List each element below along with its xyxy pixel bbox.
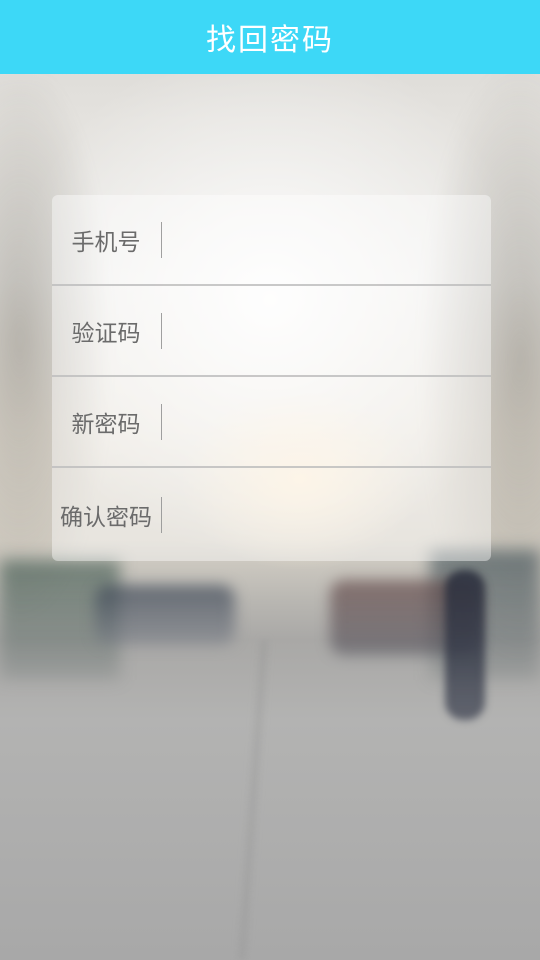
app-header: 找回密码 [0, 0, 540, 74]
phone-row: 手机号 [52, 195, 491, 286]
background-person [445, 570, 485, 720]
new-password-input[interactable] [170, 390, 481, 453]
confirm-password-row: 确认密码 [52, 468, 491, 561]
new-password-row: 新密码 [52, 377, 491, 468]
new-password-divider [161, 403, 162, 440]
page-title: 找回密码 [206, 23, 334, 58]
confirm-password-input[interactable] [170, 483, 481, 546]
verification-code-input[interactable] [170, 299, 481, 362]
verification-code-row: 验证码 [52, 286, 491, 377]
verification-code-label: 验证码 [71, 320, 141, 347]
confirm-password-divider [161, 496, 162, 533]
confirm-password-label: 确认密码 [60, 504, 152, 531]
phone-input[interactable] [170, 208, 481, 271]
background-cars-left [95, 585, 235, 645]
new-password-label: 新密码 [71, 411, 141, 438]
phone-divider [161, 221, 162, 258]
reset-password-form: 手机号 验证码 新密码 确认密码 [52, 195, 491, 561]
phone-label: 手机号 [71, 229, 141, 256]
verification-code-divider [161, 312, 162, 349]
background-road-line [238, 640, 268, 960]
